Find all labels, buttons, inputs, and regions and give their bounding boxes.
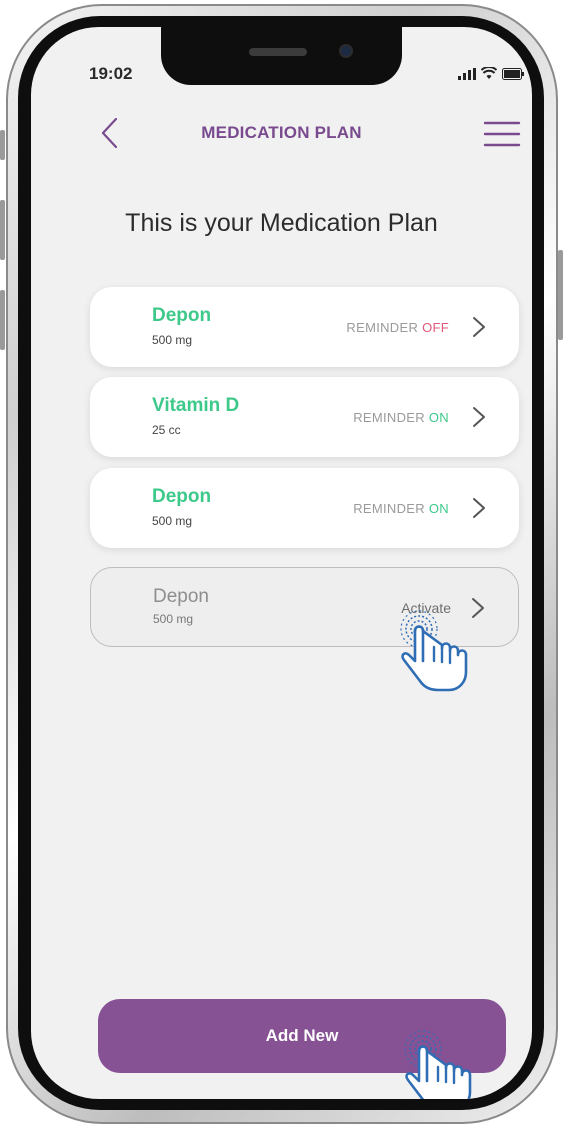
chevron-right-icon bbox=[473, 317, 485, 337]
reminder-state: ON bbox=[428, 501, 449, 516]
page-title: MEDICATION PLAN bbox=[201, 123, 362, 142]
medication-dose: 500 mg bbox=[152, 514, 193, 528]
activate-button[interactable]: Activate bbox=[401, 600, 451, 616]
page-heading: This is your Medication Plan bbox=[125, 209, 438, 237]
app-header: MEDICATION PLAN bbox=[31, 115, 532, 151]
phone-side-button bbox=[0, 200, 5, 260]
medication-name: Vitamin D bbox=[152, 395, 240, 416]
status-time: 19:02 bbox=[89, 64, 133, 83]
medication-card[interactable]: Depon 500 mg REMINDER ON bbox=[90, 468, 519, 548]
medication-card[interactable]: Vitamin D 25 cc REMINDER ON bbox=[90, 377, 519, 457]
reminder-status: REMINDER ON bbox=[353, 410, 449, 425]
medication-name: Depon bbox=[153, 586, 209, 607]
medication-name: Depon bbox=[152, 486, 212, 507]
medication-dose: 25 cc bbox=[152, 423, 181, 437]
chevron-right-icon bbox=[473, 498, 485, 518]
phone-mockup: 19:02 MEDICATION PLAN This is your Medic… bbox=[0, 0, 563, 1128]
reminder-state: ON bbox=[428, 410, 449, 425]
app-screen: 19:02 MEDICATION PLAN This is your Medic… bbox=[31, 27, 532, 1099]
reminder-label: REMINDER bbox=[346, 320, 419, 335]
add-new-button[interactable]: Add New bbox=[98, 999, 506, 1073]
medication-name: Depon bbox=[152, 305, 212, 326]
signal-icon bbox=[458, 67, 476, 80]
battery-icon bbox=[502, 67, 524, 80]
reminder-label: REMINDER bbox=[353, 501, 425, 516]
medication-card-inactive[interactable]: Depon 500 mg Activate bbox=[90, 567, 519, 647]
phone-side-button bbox=[0, 290, 5, 350]
chevron-right-icon bbox=[472, 598, 484, 618]
phone-side-button bbox=[558, 250, 563, 340]
medication-card[interactable]: Depon 500 mg REMINDER OFF bbox=[90, 287, 519, 367]
chevron-right-icon bbox=[473, 407, 485, 427]
phone-side-button bbox=[0, 130, 5, 160]
medication-dose: 500 mg bbox=[153, 612, 194, 626]
medication-dose: 500 mg bbox=[152, 333, 193, 347]
reminder-label: REMINDER bbox=[353, 410, 425, 425]
status-icons bbox=[458, 67, 524, 80]
reminder-state: OFF bbox=[422, 320, 449, 335]
speaker-grille bbox=[249, 48, 307, 56]
wifi-icon bbox=[481, 67, 497, 79]
menu-button[interactable] bbox=[483, 119, 521, 149]
phone-notch bbox=[161, 27, 402, 85]
reminder-status: REMINDER OFF bbox=[346, 320, 449, 335]
hamburger-menu-icon bbox=[483, 121, 521, 147]
reminder-status: REMINDER ON bbox=[353, 501, 449, 516]
front-camera bbox=[339, 44, 353, 58]
